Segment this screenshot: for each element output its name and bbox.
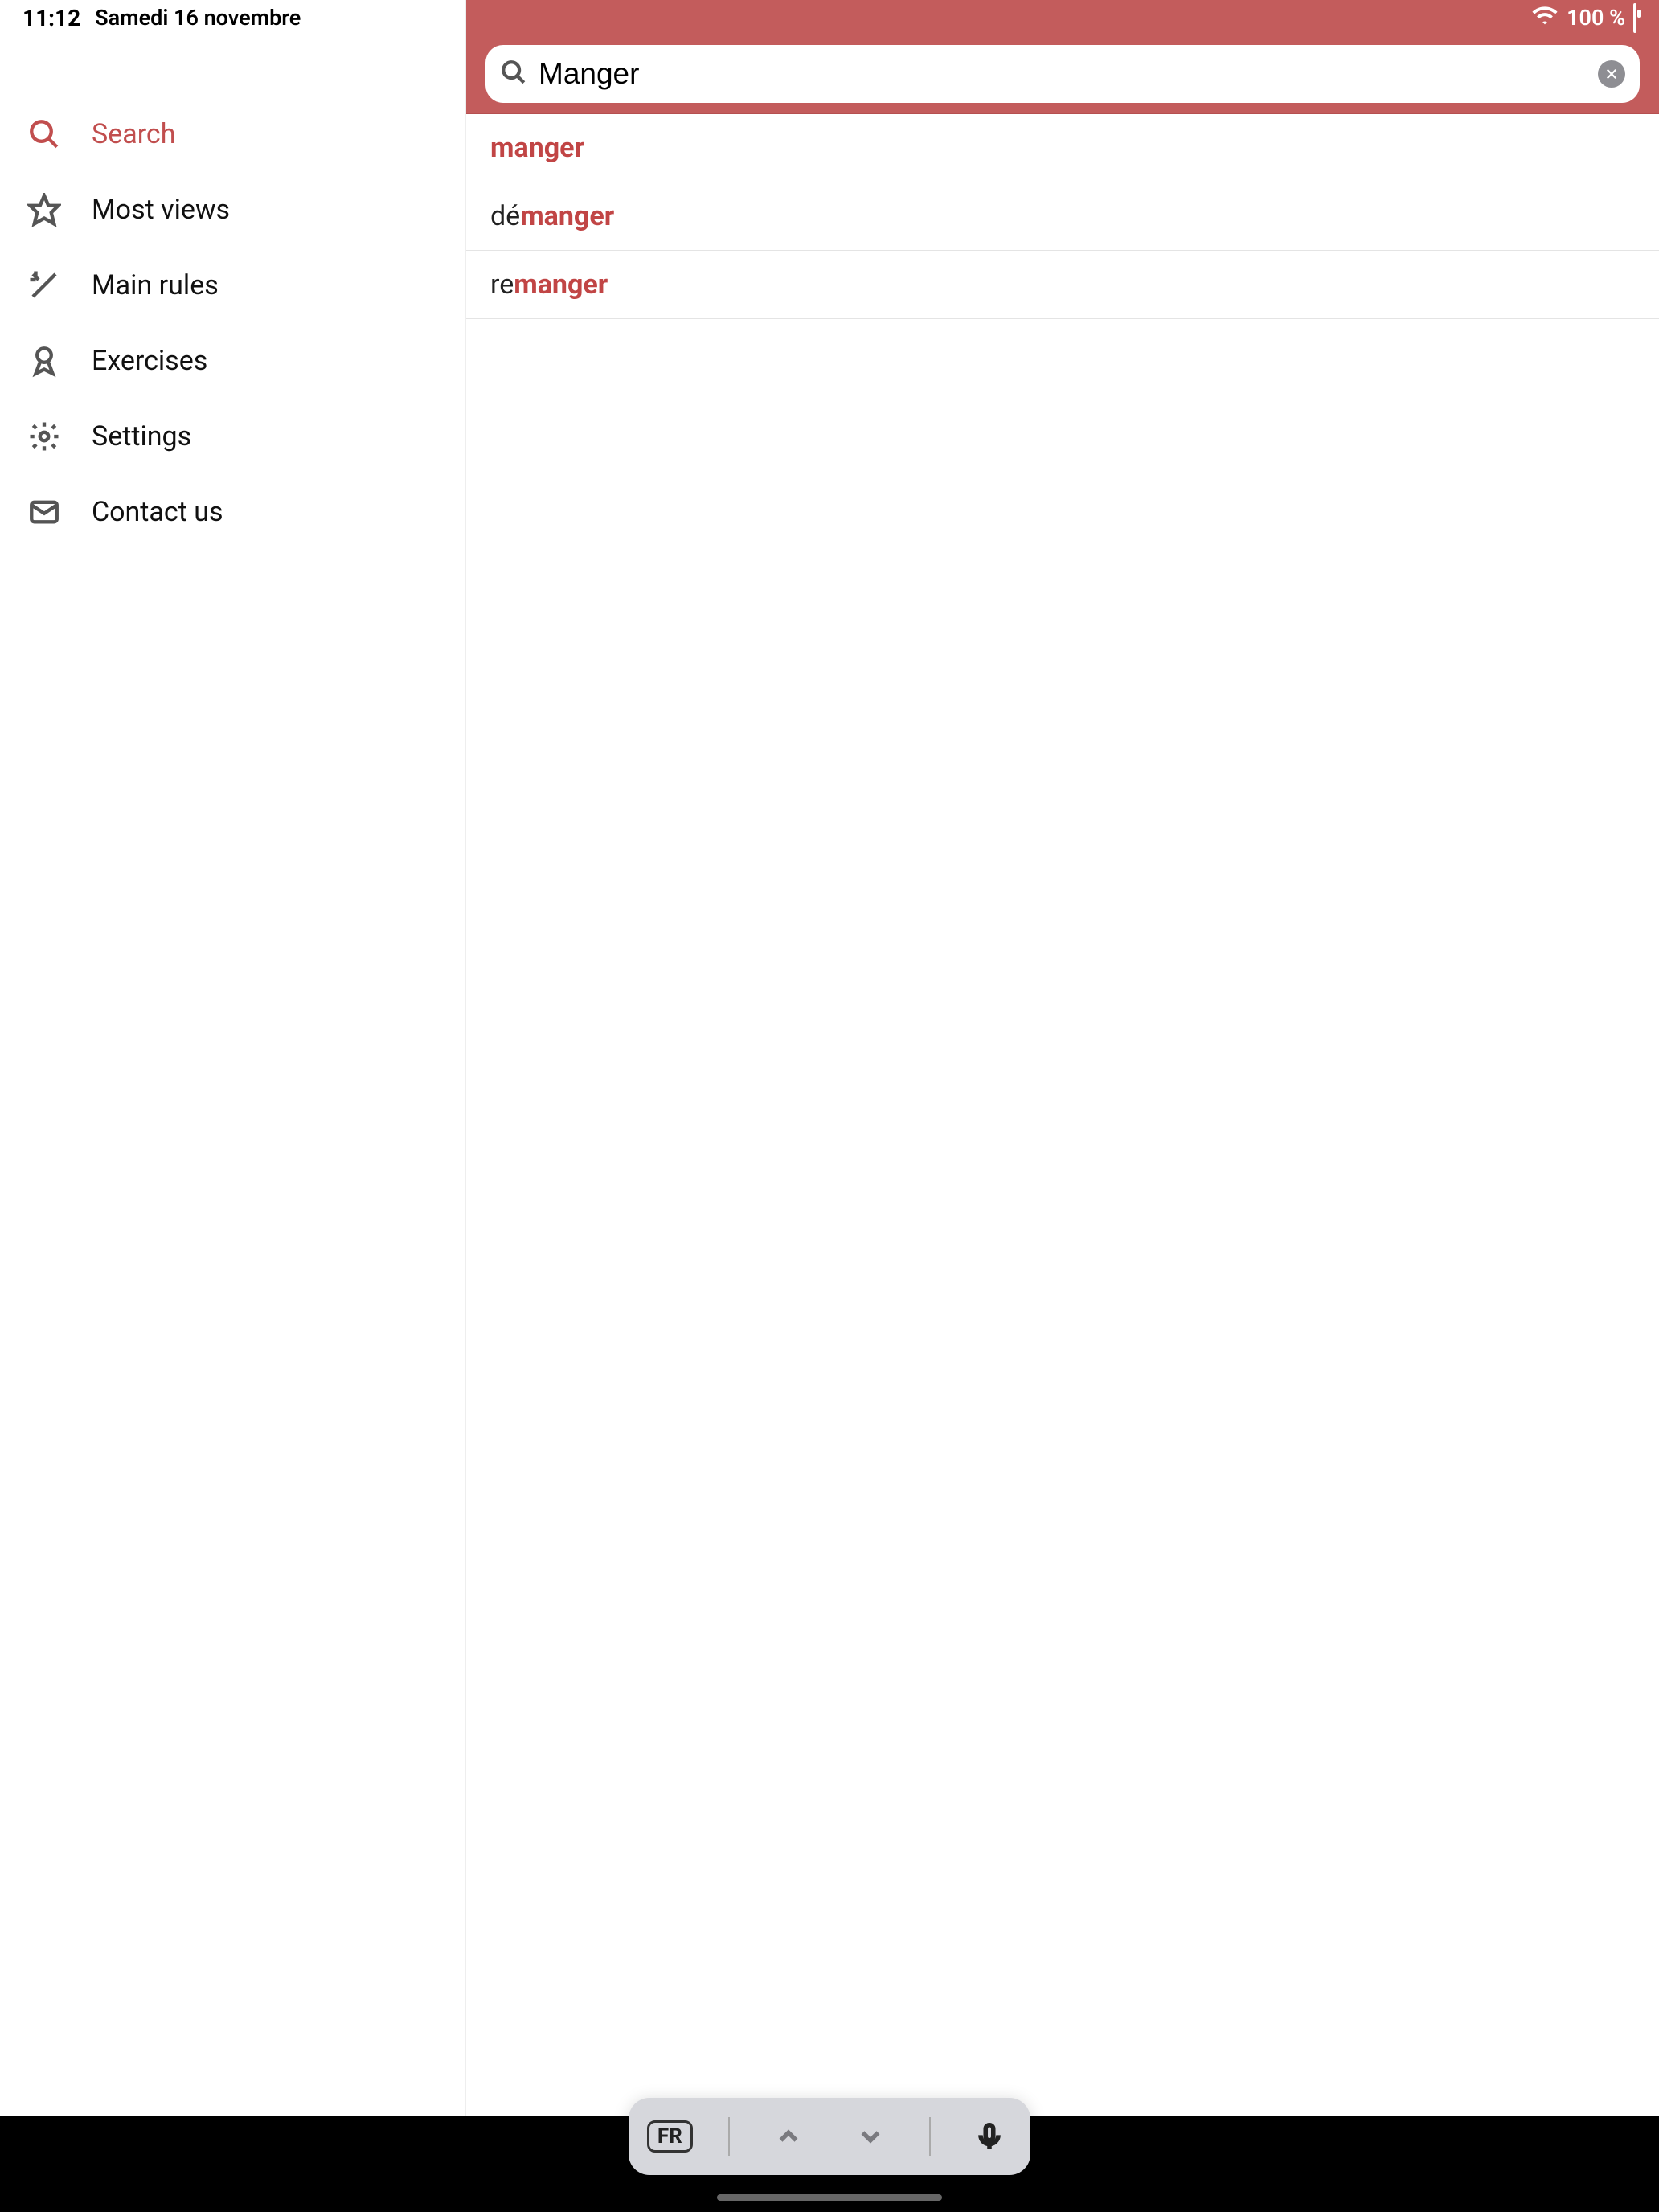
sidebar-item-label: Search (92, 118, 175, 150)
sidebar-item-label: Exercises (92, 345, 207, 377)
divider (929, 2117, 931, 2156)
clear-search-button[interactable] (1598, 60, 1625, 88)
star-icon (26, 191, 63, 228)
search-icon (500, 59, 527, 89)
sidebar-item-most-views[interactable]: Most views (0, 172, 465, 248)
sidebar-item-label: Main rules (92, 269, 219, 301)
status-time: 11:12 (23, 5, 80, 31)
sidebar-item-search[interactable]: Search (0, 96, 465, 172)
content-area: mangerdémangerremanger (466, 0, 1659, 2116)
result-match: manger (490, 132, 584, 164)
search-results: mangerdémangerremanger (466, 114, 1659, 2116)
result-row[interactable]: démanger (466, 182, 1659, 251)
microphone-button[interactable] (965, 2112, 1014, 2161)
mail-icon (26, 494, 63, 530)
search-input[interactable] (539, 57, 1587, 91)
sidebar-item-label: Contact us (92, 496, 223, 528)
wifi-icon (1531, 5, 1559, 31)
sidebar-item-exercises[interactable]: Exercises (0, 323, 465, 399)
result-row[interactable]: manger (466, 114, 1659, 182)
result-match: manger (520, 200, 614, 232)
sidebar: Search Most views Main rules Exercises (0, 0, 466, 2116)
keyboard-accessory: FR (629, 2098, 1030, 2175)
ribbon-icon (26, 342, 63, 379)
sidebar-item-settings[interactable]: Settings (0, 399, 465, 474)
status-bar: 11:12 Samedi 16 novembre 100 % (0, 0, 1659, 35)
result-prefix: re (490, 268, 514, 301)
status-date: Samedi 16 novembre (95, 5, 301, 31)
gear-icon (26, 418, 63, 455)
result-row[interactable]: remanger (466, 251, 1659, 319)
sidebar-item-label: Settings (92, 420, 191, 453)
battery-percent: 100 % (1567, 5, 1625, 31)
sidebar-item-contact-us[interactable]: Contact us (0, 474, 465, 550)
search-box[interactable] (485, 45, 1640, 103)
wand-icon (26, 267, 63, 304)
divider (728, 2117, 730, 2156)
keyboard-down-button[interactable] (846, 2112, 895, 2161)
bottom-bar: FR (0, 2116, 1659, 2212)
keyboard-up-button[interactable] (764, 2112, 813, 2161)
search-icon (26, 116, 63, 153)
sidebar-item-label: Most views (92, 194, 230, 226)
keyboard-language-button[interactable]: FR (645, 2112, 694, 2161)
home-indicator[interactable] (717, 2194, 942, 2201)
battery-icon (1633, 5, 1636, 31)
sidebar-item-main-rules[interactable]: Main rules (0, 248, 465, 323)
result-prefix: dé (490, 200, 520, 232)
result-match: manger (514, 268, 608, 301)
